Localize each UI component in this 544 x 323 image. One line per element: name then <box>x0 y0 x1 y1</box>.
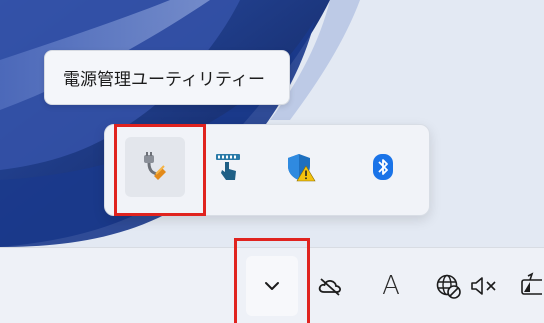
touchpad-tray-button[interactable] <box>192 131 264 203</box>
bluetooth-tray-button[interactable] <box>347 131 419 203</box>
battery-icon <box>521 272 542 295</box>
bluetooth-icon <box>373 154 393 180</box>
power-utility-tooltip: 電源管理ユーティリティー <box>44 50 290 105</box>
ime-mode-text: A <box>382 271 400 301</box>
onedrive-offline-icon <box>318 278 341 296</box>
show-hidden-icons-chevron-icon <box>265 282 279 290</box>
onedrive-button[interactable] <box>314 270 346 302</box>
ime-mode-indicator[interactable]: A <box>374 268 408 304</box>
security-shield-warning-icon <box>288 154 316 182</box>
volume-button[interactable] <box>468 272 512 300</box>
network-button[interactable] <box>432 270 464 302</box>
tooltip-text: 電源管理ユーティリティー <box>63 70 265 90</box>
taskbar: A <box>0 247 544 323</box>
battery-button[interactable] <box>518 268 544 302</box>
power-plug-icon <box>144 152 166 180</box>
show-hidden-icons-button[interactable] <box>246 256 298 316</box>
network-globe-icon <box>436 274 461 299</box>
speaker-muted-icon <box>471 277 496 295</box>
power-utility-tray-button[interactable] <box>119 131 191 203</box>
security-tray-button[interactable] <box>265 131 337 203</box>
touchpad-icon <box>216 154 240 180</box>
